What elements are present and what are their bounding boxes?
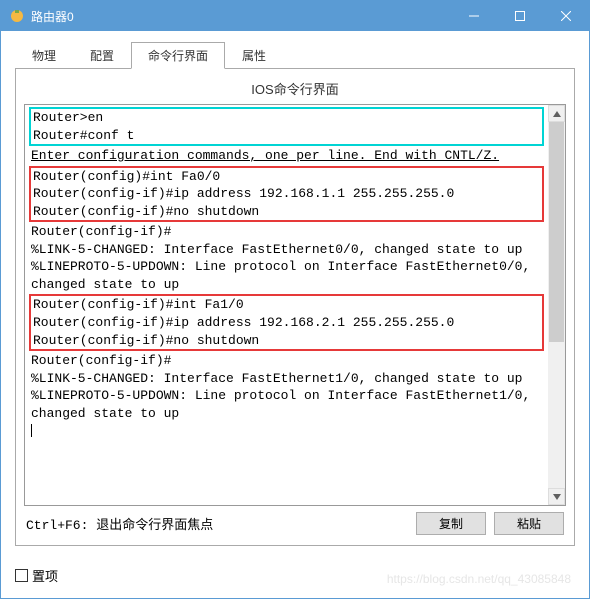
help-text: Ctrl+F6: 退出命令行界面焦点 xyxy=(26,514,408,533)
cli-line: Router(config)#int Fa0/0 xyxy=(33,168,540,186)
cli-highlight-red-1: Router(config)#int Fa0/0 Router(config-i… xyxy=(29,166,544,223)
cli-highlight-cyan: Router>en Router#conf t xyxy=(29,107,544,146)
cli-line: %LINK-5-CHANGED: Interface FastEthernet1… xyxy=(29,370,544,388)
tab-strip: 物理 配置 命令行界面 属性 xyxy=(1,31,589,68)
window-controls xyxy=(451,1,589,31)
scroll-down-button[interactable] xyxy=(548,488,565,505)
scroll-up-button[interactable] xyxy=(548,105,565,122)
cli-container: Router>en Router#conf t Enter configurat… xyxy=(24,104,566,506)
option-checkbox[interactable] xyxy=(15,569,28,582)
cli-line: Enter configuration commands, one per li… xyxy=(29,147,544,165)
titlebar: 路由器0 xyxy=(1,1,589,31)
close-button[interactable] xyxy=(543,1,589,31)
cli-line: Router>en xyxy=(33,109,540,127)
cli-line: Router(config-if)# xyxy=(29,223,544,241)
scroll-thumb[interactable] xyxy=(549,122,564,342)
maximize-button[interactable] xyxy=(497,1,543,31)
scroll-track[interactable] xyxy=(548,122,565,488)
cli-line: %LINK-5-CHANGED: Interface FastEthernet0… xyxy=(29,241,544,259)
cli-line: Router(config-if)# xyxy=(29,352,544,370)
app-icon xyxy=(9,8,25,24)
cli-line: Router(config-if)#no shutdown xyxy=(33,203,540,221)
cli-panel: IOS命令行界面 Router>en Router#conf t Enter c… xyxy=(15,68,575,546)
footer: 置项 xyxy=(1,556,589,597)
copy-button[interactable]: 复制 xyxy=(416,512,486,535)
cli-output[interactable]: Router>en Router#conf t Enter configurat… xyxy=(25,105,548,505)
tab-attributes[interactable]: 属性 xyxy=(225,42,283,69)
help-row: Ctrl+F6: 退出命令行界面焦点 复制 粘贴 xyxy=(24,506,566,535)
tab-physical[interactable]: 物理 xyxy=(15,42,73,69)
scrollbar[interactable] xyxy=(548,105,565,505)
panel-title: IOS命令行界面 xyxy=(24,75,566,104)
cli-line: Router#conf t xyxy=(33,127,540,145)
option-checkbox-row[interactable]: 置项 xyxy=(15,566,575,585)
minimize-button[interactable] xyxy=(451,1,497,31)
tab-cli[interactable]: 命令行界面 xyxy=(131,42,225,69)
paste-button[interactable]: 粘贴 xyxy=(494,512,564,535)
window-title: 路由器0 xyxy=(31,8,451,25)
tab-config[interactable]: 配置 xyxy=(73,42,131,69)
cli-line: Router(config-if)#ip address 192.168.2.1… xyxy=(33,314,540,332)
cli-line: Router(config-if)#ip address 192.168.1.1… xyxy=(33,185,540,203)
option-checkbox-label: 置项 xyxy=(32,566,58,585)
cli-highlight-red-2: Router(config-if)#int Fa1/0 Router(confi… xyxy=(29,294,544,351)
cli-cursor-line xyxy=(29,422,544,440)
cli-line: %LINEPROTO-5-UPDOWN: Line protocol on In… xyxy=(29,258,544,293)
cli-line: %LINEPROTO-5-UPDOWN: Line protocol on In… xyxy=(29,387,544,422)
cli-line: Router(config-if)#no shutdown xyxy=(33,332,540,350)
cli-line: Router(config-if)#int Fa1/0 xyxy=(33,296,540,314)
